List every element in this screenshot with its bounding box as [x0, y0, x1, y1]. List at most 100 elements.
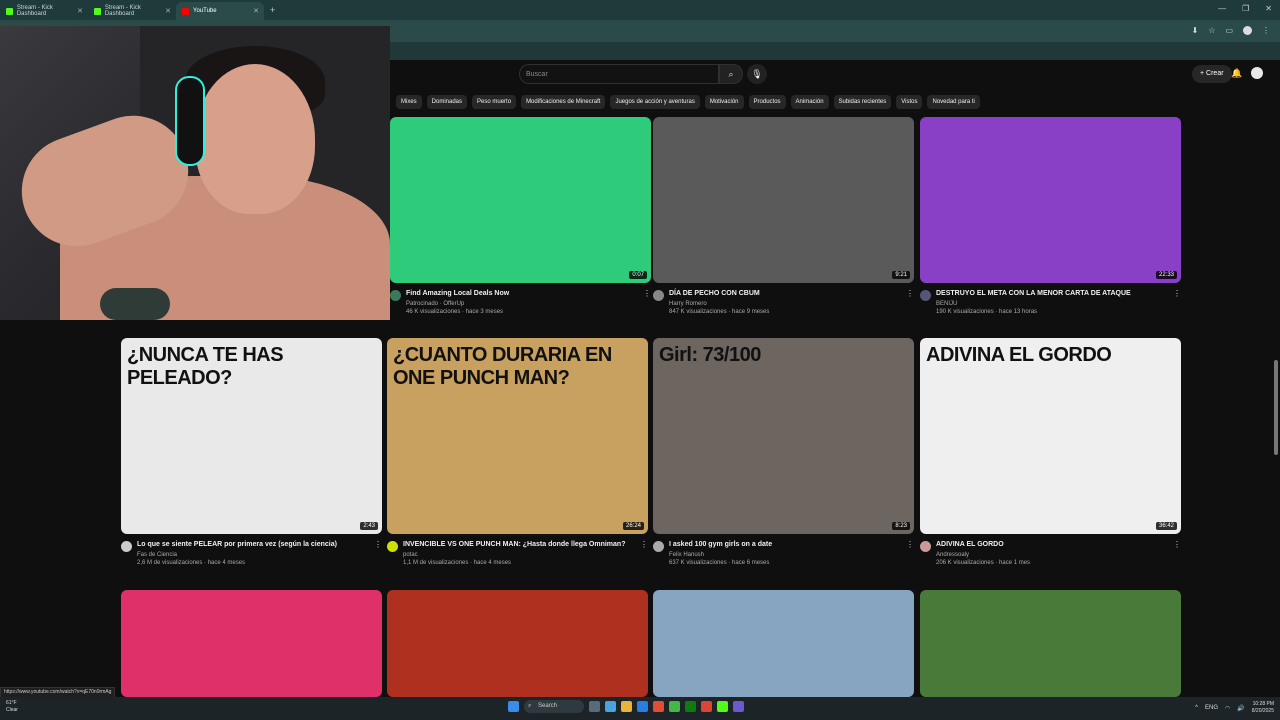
browser-tab[interactable]: Stream - Kick Dashboard ✕: [0, 2, 88, 20]
video-title[interactable]: I asked 100 gym girls on a date: [669, 540, 772, 549]
more-options-icon[interactable]: ⋮: [643, 289, 651, 298]
more-options-icon[interactable]: ⋮: [1173, 289, 1181, 298]
clock[interactable]: 10:28 PM 8/20/2025: [1252, 701, 1274, 715]
video-thumbnail[interactable]: 9:21: [653, 117, 914, 283]
task-view-icon[interactable]: [589, 701, 600, 712]
channel-avatar[interactable]: [390, 290, 401, 301]
video-thumbnail[interactable]: 0:07: [390, 117, 651, 283]
category-chip[interactable]: Mixes: [396, 95, 422, 109]
page-scrollbar[interactable]: [1274, 360, 1278, 455]
channel-name[interactable]: Harry Romero: [669, 301, 769, 307]
weather-widget[interactable]: 61°F Clear: [6, 700, 18, 714]
channel-avatar[interactable]: [653, 541, 664, 552]
video-card[interactable]: ADIVINA EL GORDO 36:42 ADIVINA EL GORDO A…: [920, 338, 1181, 566]
new-tab-button[interactable]: +: [270, 5, 275, 15]
browser-tab[interactable]: Stream - Kick Dashboard ✕: [88, 2, 176, 20]
edge-icon[interactable]: [637, 701, 648, 712]
category-chip[interactable]: Vistos: [896, 95, 923, 109]
chrome-icon[interactable]: [701, 701, 712, 712]
video-title[interactable]: Lo que se siente PELEAR por primera vez …: [137, 540, 337, 549]
video-title[interactable]: INVENCIBLE VS ONE PUNCH MAN: ¿Hasta dond…: [403, 540, 625, 549]
video-card[interactable]: Girl: 73/100 8:23 I asked 100 gym girls o…: [653, 338, 914, 566]
file-explorer-icon[interactable]: [621, 701, 632, 712]
video-thumbnail[interactable]: Girl: 73/100 8:23: [653, 338, 914, 534]
video-thumbnail[interactable]: 22:33: [920, 117, 1181, 283]
channel-name[interactable]: Patrocinado · OfferUp: [406, 301, 509, 307]
video-card[interactable]: [920, 590, 1181, 697]
channel-avatar[interactable]: [387, 541, 398, 552]
search-icon[interactable]: ⌕: [719, 64, 743, 84]
xbox-icon[interactable]: [669, 701, 680, 712]
more-options-icon[interactable]: ⋮: [906, 289, 914, 298]
video-thumbnail[interactable]: [653, 590, 914, 697]
channel-avatar[interactable]: [121, 541, 132, 552]
video-title[interactable]: DÍA DE PECHO CON CBUM: [669, 289, 769, 298]
lang-indicator[interactable]: ENG: [1205, 705, 1218, 711]
bookmark-star-icon[interactable]: ☆: [1208, 26, 1215, 35]
volume-icon[interactable]: 🔊: [1237, 705, 1244, 712]
category-chip[interactable]: Novedad para ti: [927, 95, 980, 109]
category-chip[interactable]: Juegos de acción y aventuras: [610, 95, 700, 109]
close-window-button[interactable]: ✕: [1265, 4, 1272, 13]
install-icon[interactable]: ⬇: [1192, 26, 1199, 35]
profile-avatar[interactable]: [1243, 26, 1252, 35]
create-button[interactable]: + Crear: [1192, 65, 1232, 83]
video-card[interactable]: ¿CUANTO DURARIA EN ONE PUNCH MAN? 26:24 I…: [387, 338, 648, 566]
category-chip[interactable]: Subidas recientes: [833, 95, 892, 109]
video-card[interactable]: 22:33 DESTRUYO EL META CON LA MENOR CART…: [920, 117, 1181, 315]
category-chip[interactable]: Animación: [790, 95, 829, 109]
maximize-button[interactable]: ❐: [1242, 4, 1249, 13]
category-chip[interactable]: Peso muerto: [472, 95, 517, 109]
video-thumbnail[interactable]: ¿NUNCA TE HAS PELEADO? 2:43: [121, 338, 382, 534]
minimize-button[interactable]: —: [1218, 4, 1226, 13]
excel-icon[interactable]: [685, 701, 696, 712]
start-icon[interactable]: [508, 701, 519, 712]
video-thumbnail[interactable]: [920, 590, 1181, 697]
tray-chevron-icon[interactable]: ^: [1195, 705, 1198, 711]
taskbar-search[interactable]: ⌕ Search: [524, 700, 584, 713]
kick-icon[interactable]: [717, 701, 728, 712]
account-avatar[interactable]: [1251, 67, 1263, 79]
more-options-icon[interactable]: ⋮: [906, 540, 914, 549]
category-chip[interactable]: Modificaciones de Minecraft: [521, 95, 606, 109]
category-chip[interactable]: Dominadas: [426, 95, 468, 109]
category-chip[interactable]: Productos: [748, 95, 786, 109]
channel-name[interactable]: Fas de Ciencia: [137, 552, 337, 558]
video-card[interactable]: [121, 590, 382, 697]
video-thumbnail[interactable]: ADIVINA EL GORDO 36:42: [920, 338, 1181, 534]
sidebar-icon[interactable]: ▭: [1225, 26, 1233, 35]
video-card[interactable]: [653, 590, 914, 697]
channel-avatar[interactable]: [920, 541, 931, 552]
channel-name[interactable]: BENIJU: [936, 301, 1131, 307]
video-thumbnail[interactable]: ¿CUANTO DURARIA EN ONE PUNCH MAN? 26:24: [387, 338, 648, 534]
video-card[interactable]: [387, 590, 648, 697]
tab-close-icon[interactable]: ✕: [165, 7, 171, 15]
channel-name[interactable]: potac: [403, 552, 625, 558]
channel-avatar[interactable]: [920, 290, 931, 301]
channel-name[interactable]: Andressoaly: [936, 552, 1030, 558]
channel-name[interactable]: Felix Hanush: [669, 552, 772, 558]
video-thumbnail[interactable]: [121, 590, 382, 697]
more-options-icon[interactable]: ⋮: [640, 540, 648, 549]
wifi-icon[interactable]: ◠: [1225, 705, 1230, 712]
video-title[interactable]: DESTRUYO EL META CON LA MENOR CARTA DE A…: [936, 289, 1131, 298]
browser-tab[interactable]: YouTube ✕: [176, 2, 264, 20]
menu-icon[interactable]: ⋮: [1262, 26, 1270, 35]
channel-avatar[interactable]: [653, 290, 664, 301]
video-thumbnail[interactable]: [387, 590, 648, 697]
video-card[interactable]: ¿NUNCA TE HAS PELEADO? 2:43 Lo que se sie…: [121, 338, 382, 566]
notifications-bell-icon[interactable]: 🔔: [1231, 68, 1242, 79]
microphone-icon[interactable]: 🎙: [747, 64, 767, 84]
video-title[interactable]: ADIVINA EL GORDO: [936, 540, 1030, 549]
tab-close-icon[interactable]: ✕: [253, 7, 259, 15]
discord-icon[interactable]: [733, 701, 744, 712]
video-card[interactable]: 0:07 Find Amazing Local Deals Now Patroc…: [390, 117, 651, 315]
category-chip[interactable]: Motivación: [704, 95, 744, 109]
more-options-icon[interactable]: ⋮: [1173, 540, 1181, 549]
store-icon[interactable]: [653, 701, 664, 712]
tab-close-icon[interactable]: ✕: [77, 7, 83, 15]
video-card[interactable]: 9:21 DÍA DE PECHO CON CBUM Harry Romero …: [653, 117, 914, 315]
search-input[interactable]: Buscar: [519, 64, 719, 84]
more-options-icon[interactable]: ⋮: [374, 540, 382, 549]
widgets-icon[interactable]: [605, 701, 616, 712]
